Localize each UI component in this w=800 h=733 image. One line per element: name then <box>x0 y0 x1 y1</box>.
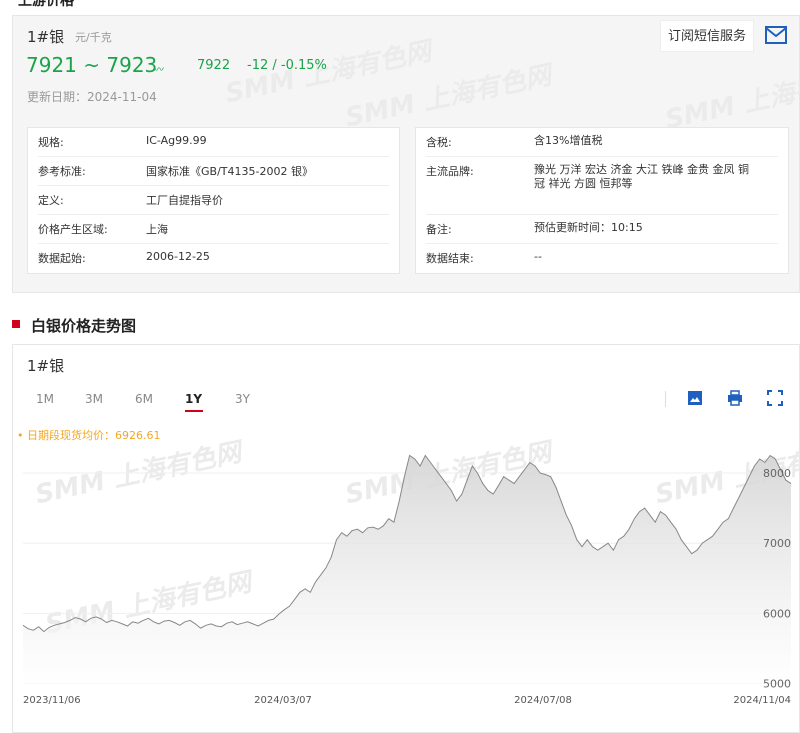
spec-key: 主流品牌: <box>426 165 474 178</box>
subscribe-sms-button[interactable]: 订阅短信服务 <box>660 20 754 52</box>
spec-table-right: 含税: 含13%增值税 主流品牌: 豫光 万洋 宏达 济金 大江 铁峰 金贵 金… <box>415 127 789 274</box>
spec-value: 国家标准《GB/T4135-2002 银》 <box>146 165 313 178</box>
spec-row: 含税: 含13%增值税 <box>426 128 778 157</box>
spec-value: 2006-12-25 <box>146 250 210 263</box>
average-price: 7922 <box>197 58 231 73</box>
section-header-cut: 上游价格 <box>0 0 800 9</box>
watermark: SMM 上海有色网 <box>662 62 800 136</box>
price-change: -12 / -0.15% <box>247 58 327 73</box>
spec-value: 预估更新时间：10:15 <box>534 221 643 234</box>
section-header-label: 上游价格 <box>18 0 74 9</box>
spec-key: 价格产生区域: <box>38 223 108 236</box>
spec-key: 定义: <box>38 194 64 207</box>
spec-row: 数据起始: 2006-12-25 <box>38 244 389 272</box>
price-area <box>23 455 791 687</box>
spec-row: 主流品牌: 豫光 万洋 宏达 济金 大江 铁峰 金贵 金凤 铜冠 祥光 方圆 恒… <box>426 157 778 215</box>
spec-row: 数据结束: -- <box>426 244 778 272</box>
spec-value: 工厂自提指导价 <box>146 194 223 207</box>
spec-value: IC-Ag99.99 <box>146 134 207 147</box>
section-marker <box>12 320 20 328</box>
product-name: 1#银 <box>27 28 65 46</box>
spec-key: 含税: <box>426 136 452 149</box>
spec-row: 参考标准: 国家标准《GB/T4135-2002 银》 <box>38 157 389 186</box>
update-date: 更新日期：2024-11-04 <box>27 90 157 104</box>
spec-key: 参考标准: <box>38 165 86 178</box>
price-trend-chart: 5000600070008000 2023/11/06 2024/03/07 202… <box>22 454 792 706</box>
trend-wave-icon: 〰 <box>154 65 164 76</box>
spec-key: 数据起始: <box>38 252 86 265</box>
y-tick-label: 6000 <box>763 607 791 620</box>
spec-value: 豫光 万洋 宏达 济金 大江 铁峰 金贵 金凤 铜冠 祥光 方圆 恒邦等 <box>534 163 749 190</box>
y-tick-label: 8000 <box>763 467 791 480</box>
spec-row: 规格: IC-Ag99.99 <box>38 128 389 157</box>
spec-row: 备注: 预估更新时间：10:15 <box>426 215 778 244</box>
y-tick-label: 7000 <box>763 537 791 550</box>
mail-icon[interactable] <box>765 26 787 44</box>
y-tick-label: 5000 <box>763 677 791 690</box>
x-axis: 2023/11/06 2024/03/07 2024/07/08 2024/11/04 <box>23 695 791 706</box>
spec-row: 价格产生区域: 上海 <box>38 215 389 244</box>
spec-key: 规格: <box>38 136 64 149</box>
spec-value: 上海 <box>146 223 168 236</box>
chart-card: SMM 上海有色网 SMM 上海有色网 SMM 上海有色网 SMM 上海有色网 … <box>12 344 800 733</box>
x-tick-label: 2024/07/08 <box>514 695 572 706</box>
spec-row: 定义: 工厂自提指导价 <box>38 186 389 215</box>
price-unit: 元/千克 <box>75 31 112 44</box>
x-tick-label: 2023/11/06 <box>23 695 81 706</box>
spec-value: 含13%增值税 <box>534 134 603 147</box>
spec-value: -- <box>534 250 542 263</box>
x-tick-label: 2024/11/04 <box>733 695 791 706</box>
section-title: 白银价格走势图 <box>31 317 137 335</box>
x-tick-label: 2024/03/07 <box>254 695 312 706</box>
spec-table-left: 规格: IC-Ag99.99 参考标准: 国家标准《GB/T4135-2002 … <box>27 127 400 274</box>
price-card: SMM 上海有色网 SMM 上海有色网 SMM 上海有色网 1#银 元/千克 7… <box>12 15 800 293</box>
spec-key: 备注: <box>426 223 452 236</box>
price-range: 7921 ~ 7923 <box>26 53 158 77</box>
spec-key: 数据结束: <box>426 252 474 265</box>
watermark: SMM 上海有色网 <box>342 60 554 134</box>
